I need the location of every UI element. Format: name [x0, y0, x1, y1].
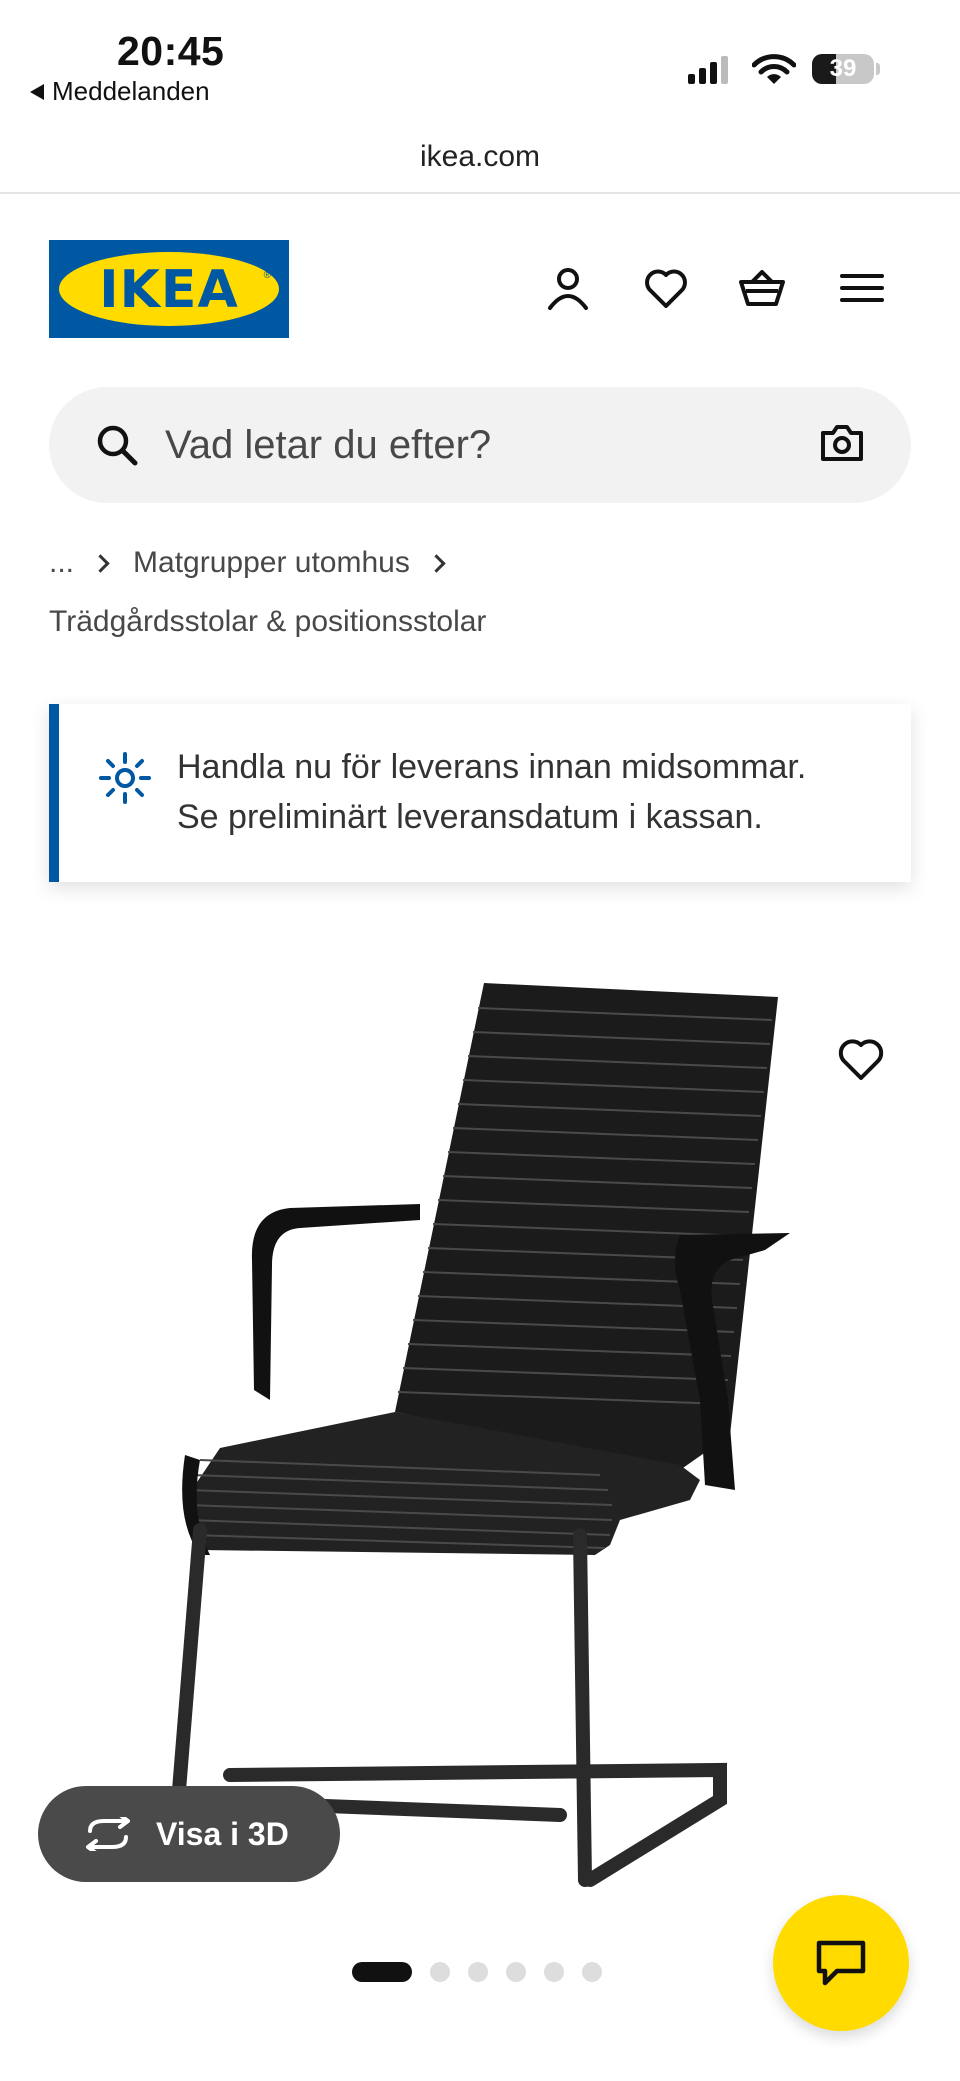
camera-icon[interactable]: [819, 423, 865, 463]
view-in-3d-label: Visa i 3D: [156, 1815, 289, 1852]
user-icon[interactable]: [544, 264, 592, 312]
divider: [0, 192, 960, 194]
chat-icon: [816, 1940, 866, 1986]
battery-cap: [876, 63, 880, 75]
carousel-dot-active[interactable]: [352, 1962, 412, 1982]
back-to-app-button[interactable]: Meddelanden: [30, 76, 210, 107]
carousel-dot[interactable]: [544, 1962, 564, 1982]
back-arrow-icon: [30, 83, 44, 100]
ikea-logo[interactable]: IKEA ®: [49, 240, 289, 338]
chevron-right-icon: [91, 553, 110, 573]
breadcrumb-item-stolar[interactable]: Trädgårdsstolar & positionsstolar: [49, 605, 486, 639]
banner-line-1: Handla nu för leverans innan midsommar.: [177, 748, 807, 786]
menu-icon[interactable]: [838, 264, 886, 312]
battery-icon: 39: [812, 54, 874, 84]
back-app-label: Meddelanden: [52, 76, 210, 106]
breadcrumb: ... Matgrupper utomhus: [49, 546, 449, 580]
image-carousel-indicator[interactable]: [352, 1962, 602, 1982]
basket-icon[interactable]: [738, 264, 786, 312]
search-bar[interactable]: Vad letar du efter?: [49, 387, 911, 503]
heart-icon[interactable]: [642, 264, 690, 312]
carousel-dot[interactable]: [582, 1962, 602, 1982]
search-input[interactable]: Vad letar du efter?: [165, 423, 491, 468]
sun-icon: [99, 752, 151, 804]
banner-line-2: Se preliminärt leveransdatum i kassan.: [177, 798, 763, 836]
url-bar[interactable]: ikea.com: [0, 140, 960, 174]
wifi-icon: [752, 54, 796, 84]
product-image-chair[interactable]: [0, 960, 960, 1920]
add-to-favorites-heart-icon[interactable]: [836, 1036, 886, 1082]
search-icon: [97, 425, 138, 466]
breadcrumb-ellipsis[interactable]: ...: [49, 546, 74, 580]
delivery-banner: Handla nu för leverans innan midsommar. …: [49, 704, 911, 882]
view-in-3d-button[interactable]: Visa i 3D: [38, 1786, 340, 1882]
cellular-signal-icon: [688, 56, 728, 84]
carousel-dot[interactable]: [468, 1962, 488, 1982]
carousel-dot[interactable]: [430, 1962, 450, 1982]
logo-text: IKEA: [99, 260, 239, 320]
carousel-dot[interactable]: [506, 1962, 526, 1982]
status-time: 20:45: [117, 28, 225, 74]
battery-percent: 39: [829, 55, 857, 82]
chat-button[interactable]: [773, 1895, 909, 2031]
rotate-3d-icon: [86, 1817, 130, 1851]
chevron-right-icon: [427, 553, 446, 573]
breadcrumb-item-matgrupper[interactable]: Matgrupper utomhus: [133, 546, 410, 580]
